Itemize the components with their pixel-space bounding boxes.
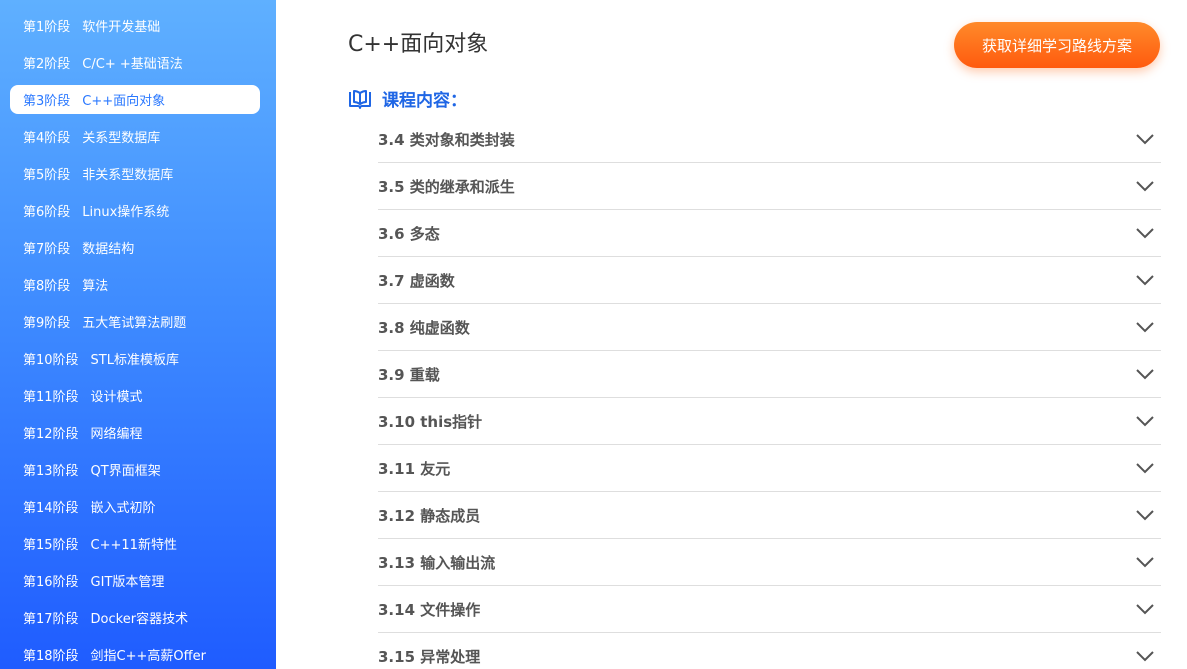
stage-label: C/C+ +基础语法	[82, 57, 183, 72]
stage-number: 第14阶段	[23, 501, 79, 516]
topic-label: 3.15 异常处理	[378, 647, 481, 666]
stage-sidebar: 第1阶段 软件开发基础 第2阶段 C/C+ +基础语法 第3阶段 C++面向对象 第4…	[0, 0, 276, 669]
topic-row[interactable]: 3.4 类对象和类封装	[378, 116, 1161, 163]
stage-number: 第17阶段	[23, 612, 79, 627]
topic-row[interactable]: 3.9 重载	[378, 351, 1161, 398]
sidebar-item-stage-10[interactable]: 第10阶段 STL标准模板库	[10, 340, 260, 377]
topic-label: 3.8 纯虚函数	[378, 318, 470, 337]
get-learning-path-button[interactable]: 获取详细学习路线方案	[954, 22, 1160, 68]
chevron-down-icon	[1136, 369, 1154, 380]
stage-number: 第15阶段	[23, 538, 79, 553]
stage-label: C++11新特性	[90, 538, 177, 553]
topic-label: 3.10 this指针	[378, 412, 483, 431]
topic-label: 3.6 多态	[378, 224, 440, 243]
stage-label: GIT版本管理	[90, 575, 165, 590]
stage-number: 第12阶段	[23, 427, 79, 442]
stage-number: 第8阶段	[23, 279, 71, 294]
topic-label: 3.4 类对象和类封装	[378, 130, 515, 149]
sidebar-item-stage-4[interactable]: 第4阶段 关系型数据库	[10, 118, 260, 155]
sidebar-item-stage-14[interactable]: 第14阶段 嵌入式初阶	[10, 488, 260, 525]
sidebar-item-stage-8[interactable]: 第8阶段 算法	[10, 266, 260, 303]
stage-number: 第18阶段	[23, 649, 79, 664]
course-content: C++面向对象 获取详细学习路线方案 课程内容： 3.4 类对象和类封装 3.5…	[276, 0, 1187, 669]
stage-number: 第4阶段	[23, 131, 71, 146]
stage-label: 嵌入式初阶	[90, 501, 156, 516]
chevron-down-icon	[1136, 134, 1154, 145]
sidebar-item-stage-12[interactable]: 第12阶段 网络编程	[10, 414, 260, 451]
stage-number: 第11阶段	[23, 390, 79, 405]
chevron-down-icon	[1136, 557, 1154, 568]
topic-row[interactable]: 3.8 纯虚函数	[378, 304, 1161, 351]
chevron-down-icon	[1136, 275, 1154, 286]
sidebar-item-stage-5[interactable]: 第5阶段 非关系型数据库	[10, 155, 260, 192]
topic-list: 3.4 类对象和类封装 3.5 类的继承和派生 3.6 多态 3.7 虚函数 3…	[378, 116, 1161, 669]
topic-row[interactable]: 3.13 输入输出流	[378, 539, 1161, 586]
topic-label: 3.13 输入输出流	[378, 553, 496, 572]
sidebar-item-stage-7[interactable]: 第7阶段 数据结构	[10, 229, 260, 266]
stage-number: 第6阶段	[23, 205, 71, 220]
stage-label: C++面向对象	[82, 94, 166, 109]
stage-label: 非关系型数据库	[82, 168, 174, 183]
section-title: 课程内容：	[382, 91, 467, 111]
stage-number: 第13阶段	[23, 464, 79, 479]
stage-label: 数据结构	[82, 242, 135, 257]
stage-label: STL标准模板库	[90, 353, 179, 368]
sidebar-item-stage-18[interactable]: 第18阶段 剑指C++高薪Offer	[10, 636, 260, 669]
chevron-down-icon	[1136, 463, 1154, 474]
stage-number: 第2阶段	[23, 57, 71, 72]
sidebar-item-stage-2[interactable]: 第2阶段 C/C+ +基础语法	[10, 44, 260, 81]
chevron-down-icon	[1136, 228, 1154, 239]
topic-row[interactable]: 3.12 静态成员	[378, 492, 1161, 539]
stage-label: 算法	[82, 279, 109, 294]
topic-label: 3.5 类的继承和派生	[378, 177, 515, 196]
chevron-down-icon	[1136, 604, 1154, 615]
stage-label: QT界面框架	[90, 464, 161, 479]
topic-row[interactable]: 3.7 虚函数	[378, 257, 1161, 304]
sidebar-item-stage-17[interactable]: 第17阶段 Docker容器技术	[10, 599, 260, 636]
sidebar-item-stage-15[interactable]: 第15阶段 C++11新特性	[10, 525, 260, 562]
topic-label: 3.12 静态成员	[378, 506, 481, 525]
topic-row[interactable]: 3.11 友元	[378, 445, 1161, 492]
sidebar-item-stage-1[interactable]: 第1阶段 软件开发基础	[10, 7, 260, 44]
stage-number: 第10阶段	[23, 353, 79, 368]
stage-label: 五大笔试算法刷题	[82, 316, 187, 331]
chevron-down-icon	[1136, 322, 1154, 333]
stage-label: 软件开发基础	[82, 20, 161, 35]
stage-number: 第5阶段	[23, 168, 71, 183]
section-header: 课程内容：	[348, 86, 467, 111]
topic-label: 3.7 虚函数	[378, 271, 455, 290]
topic-row[interactable]: 3.6 多态	[378, 210, 1161, 257]
sidebar-item-stage-9[interactable]: 第9阶段 五大笔试算法刷题	[10, 303, 260, 340]
stage-label: 剑指C++高薪Offer	[90, 649, 206, 664]
sidebar-item-stage-13[interactable]: 第13阶段 QT界面框架	[10, 451, 260, 488]
stage-label: 关系型数据库	[82, 131, 161, 146]
chevron-down-icon	[1136, 510, 1154, 521]
topic-row[interactable]: 3.5 类的继承和派生	[378, 163, 1161, 210]
stage-label: Linux操作系统	[82, 205, 170, 220]
stage-number: 第1阶段	[23, 20, 71, 35]
topic-label: 3.11 友元	[378, 459, 451, 478]
stage-number: 第9阶段	[23, 316, 71, 331]
sidebar-item-stage-3-active[interactable]: 第3阶段 C++面向对象	[10, 85, 260, 114]
stage-label: 网络编程	[90, 427, 143, 442]
topic-row[interactable]: 3.15 异常处理	[378, 633, 1161, 669]
topic-label: 3.9 重载	[378, 365, 440, 384]
stage-number: 第3阶段	[23, 94, 71, 109]
chevron-down-icon	[1136, 651, 1154, 662]
stage-label: 设计模式	[90, 390, 143, 405]
chevron-down-icon	[1136, 181, 1154, 192]
chevron-down-icon	[1136, 416, 1154, 427]
stage-label: Docker容器技术	[90, 612, 189, 627]
topic-row[interactable]: 3.10 this指针	[378, 398, 1161, 445]
page-title: C++面向对象	[348, 32, 489, 57]
stage-number: 第16阶段	[23, 575, 79, 590]
book-icon	[349, 89, 371, 109]
sidebar-item-stage-11[interactable]: 第11阶段 设计模式	[10, 377, 260, 414]
sidebar-item-stage-16[interactable]: 第16阶段 GIT版本管理	[10, 562, 260, 599]
topic-label: 3.14 文件操作	[378, 600, 481, 619]
topic-row[interactable]: 3.14 文件操作	[378, 586, 1161, 633]
stage-number: 第7阶段	[23, 242, 71, 257]
sidebar-item-stage-6[interactable]: 第6阶段 Linux操作系统	[10, 192, 260, 229]
